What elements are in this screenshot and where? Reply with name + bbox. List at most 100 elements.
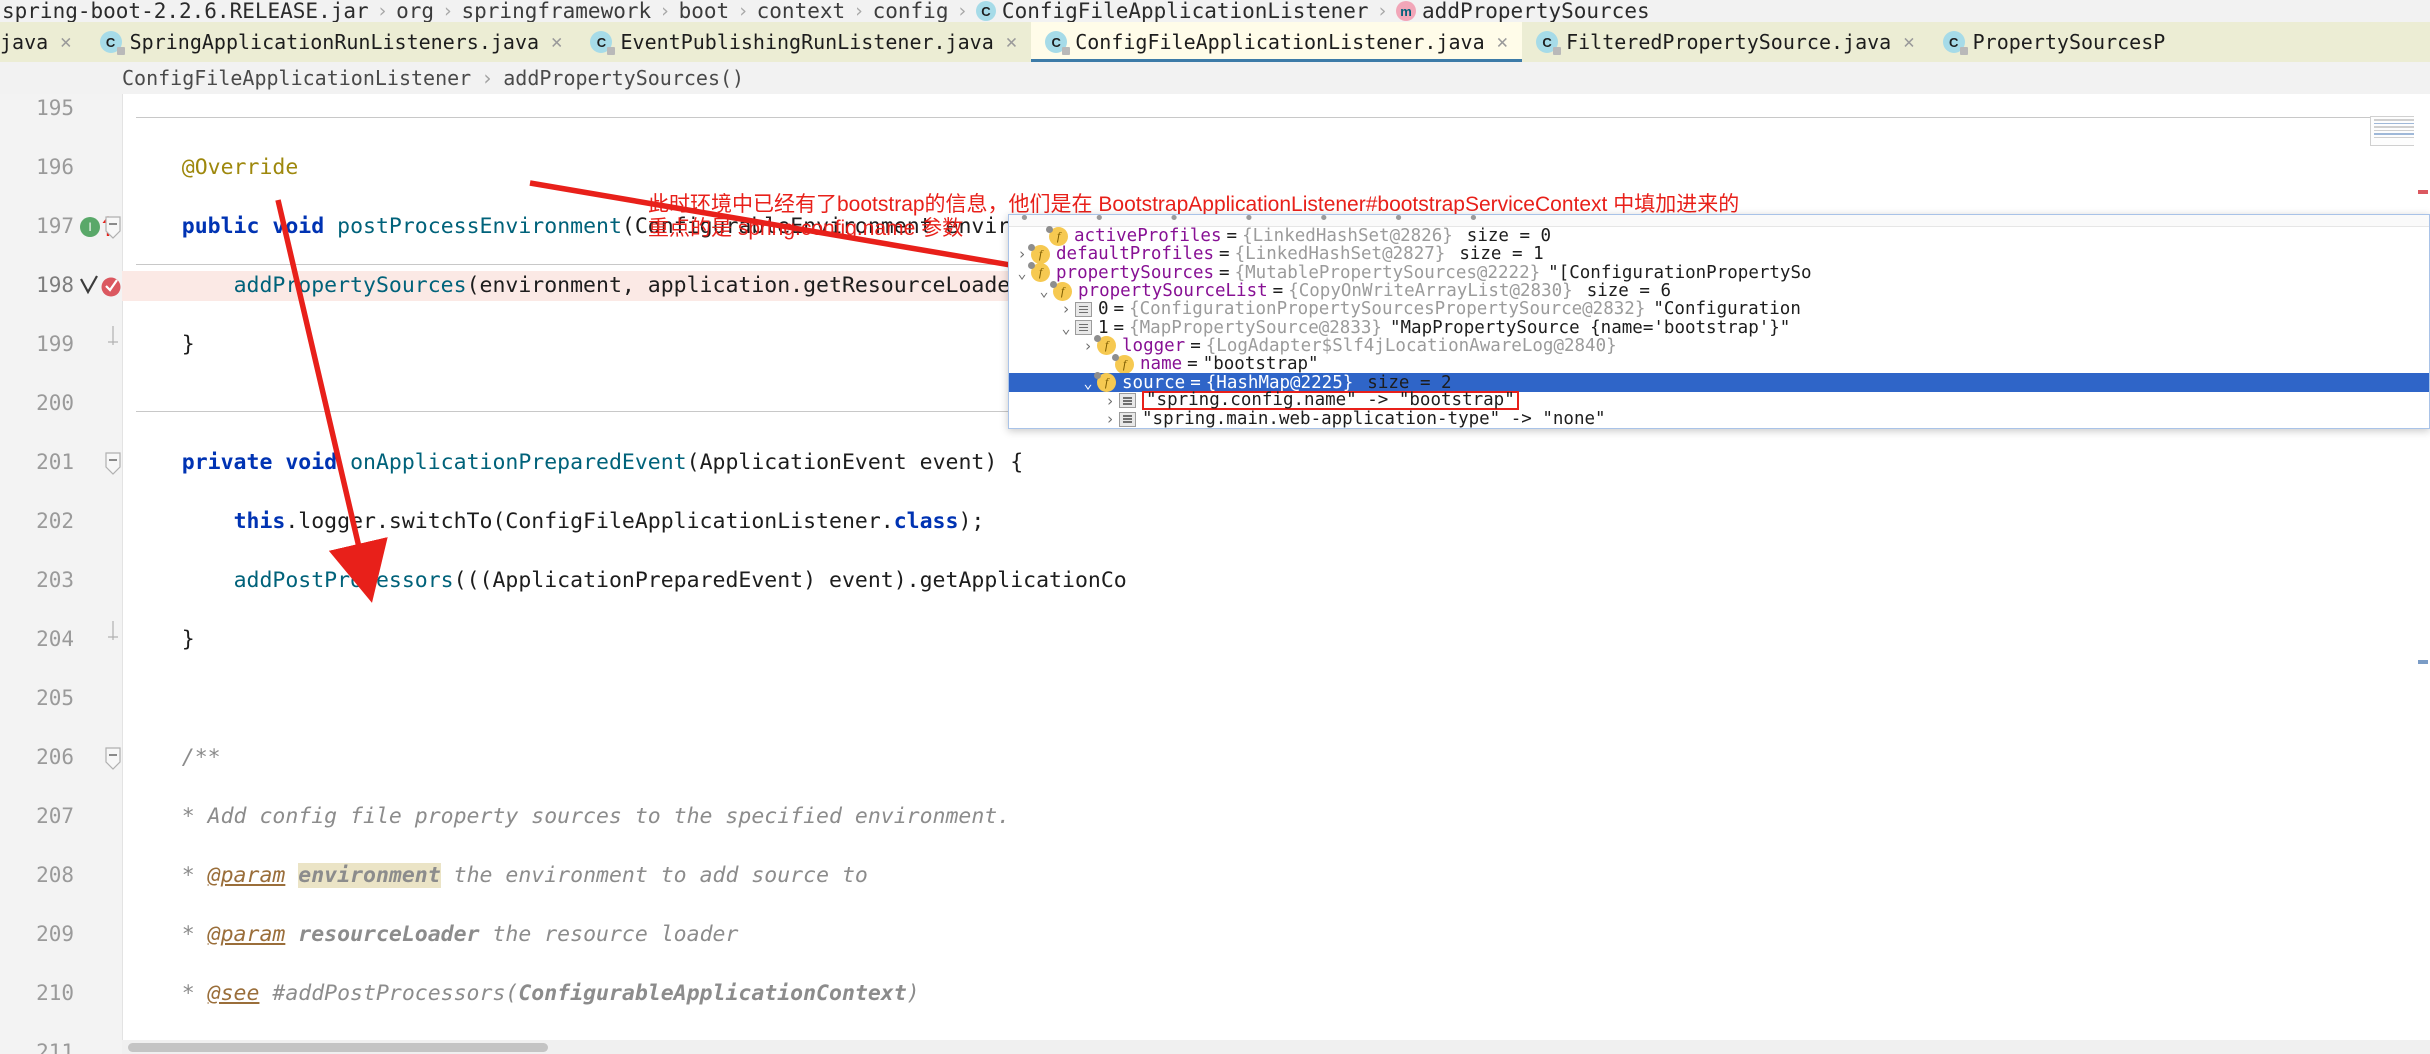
tab-FilteredPropertySource[interactable]: C FilteredPropertySource.java ✕ <box>1522 22 1929 62</box>
close-icon[interactable]: ✕ <box>1497 31 1508 53</box>
code-text[interactable]: this.logger.switchTo(ConfigFileApplicati… <box>130 507 2430 537</box>
fold-marker-icon[interactable] <box>104 747 123 770</box>
line-number: 196 <box>36 155 74 179</box>
class-icon: C <box>590 31 616 55</box>
close-icon[interactable]: ✕ <box>60 31 71 53</box>
variables-tree[interactable]: f activeProfiles = {LinkedHashSet@2826} … <box>1009 225 2429 429</box>
checkmark-icon[interactable] <box>78 273 100 302</box>
class-icon: C <box>975 1 996 21</box>
code-text[interactable]: private void onApplicationPreparedEvent(… <box>130 448 2430 478</box>
line-number: 200 <box>36 391 74 415</box>
breakpoint-icon[interactable] <box>100 275 122 302</box>
code-line-208[interactable]: 208 * @param environment the environment… <box>0 861 2430 891</box>
line-number: 210 <box>36 981 74 1005</box>
tree-row-source-selected[interactable]: ⌄ f source = {HashMap@2225} size = 2 <box>1009 372 2429 393</box>
tree-row-activeProfiles[interactable]: f activeProfiles = {LinkedHashSet@2826} … <box>1009 225 2429 247</box>
equals-sign: = <box>1219 262 1230 283</box>
code-line-202[interactable]: 202 this.logger.switchTo(ConfigFileAppli… <box>0 507 2430 537</box>
fold-marker-end-icon[interactable] <box>104 324 123 347</box>
navigation-breadcrumb-bar[interactable]: spring-boot-2.2.6.RELEASE.jar › org › sp… <box>0 0 2430 22</box>
chevron-right-icon[interactable]: › <box>1101 392 1119 410</box>
close-icon[interactable]: ✕ <box>1903 31 1914 53</box>
line-number: 205 <box>36 686 74 710</box>
close-icon[interactable]: ✕ <box>1006 31 1017 53</box>
fold-marker-icon[interactable] <box>104 452 123 475</box>
tree-row-index-1[interactable]: ⌄ 1 = {MapPropertySource@2833} "MapPrope… <box>1009 317 2429 338</box>
line-number: 198 <box>36 273 74 297</box>
scrollbar-thumb[interactable] <box>128 1043 548 1052</box>
line-number: 203 <box>36 568 74 592</box>
breadcrumb-chevron-icon: › <box>853 0 865 22</box>
variable-size: size = 6 <box>1586 281 1671 302</box>
debugger-variables-popup[interactable]: ••••••• f activeProfiles = {LinkedHashSe… <box>1008 214 2430 429</box>
tree-row-name[interactable]: f name = "bootstrap" <box>1009 353 2429 374</box>
tree-row-propertySourceList[interactable]: ⌄ f propertySourceList = {CopyOnWriteArr… <box>1009 280 2429 302</box>
run-method-icon[interactable]: I <box>80 217 100 237</box>
variable-value: "Configuration <box>1653 299 1801 320</box>
list-item-icon <box>1075 320 1092 336</box>
chevron-right-icon[interactable]: › <box>1057 428 1075 429</box>
breadcrumb-context[interactable]: context <box>757 0 846 22</box>
variable-value: "PropertiesPropertySource {name= <box>1456 427 1801 428</box>
code-line-201[interactable]: 201 private void onApplicationPreparedEv… <box>0 448 2430 478</box>
tree-row-logger[interactable]: › f logger = {LogAdapter$Slf4jLocationAw… <box>1009 335 2429 356</box>
editor-breadcrumb[interactable]: ConfigFileApplicationListener › addPrope… <box>0 62 2430 94</box>
breadcrumb-chevron-icon: › <box>737 0 749 22</box>
breadcrumb-method[interactable]: m addPropertySources <box>1396 0 1650 22</box>
editor-breadcrumb-method[interactable]: addPropertySources() <box>503 66 744 90</box>
editor-breadcrumb-class[interactable]: ConfigFileApplicationListener <box>122 66 471 90</box>
code-text[interactable]: * Add config file property sources to th… <box>130 802 2430 832</box>
breadcrumb-jar[interactable]: spring-boot-2.2.6.RELEASE.jar <box>2 0 369 22</box>
fold-marker-end-icon[interactable] <box>104 619 123 642</box>
list-item-icon <box>1119 411 1136 427</box>
tab-java-truncated[interactable]: java ✕ <box>0 22 86 62</box>
chevron-down-icon[interactable]: ⌄ <box>1057 319 1075 337</box>
annotation-text-line2: 重点的是 spring.config.name 参数 <box>648 217 964 240</box>
breadcrumb-springframework[interactable]: springframework <box>462 0 652 22</box>
editor-tab-bar[interactable]: java ✕ C SpringApplicationRunListeners.j… <box>0 22 2430 62</box>
code-line-209[interactable]: 209 * @param resourceLoader the resource… <box>0 920 2430 950</box>
code-text[interactable]: @Override <box>130 153 2430 183</box>
chevron-right-icon[interactable]: › <box>1101 410 1119 428</box>
breadcrumb-boot[interactable]: boot <box>679 0 730 22</box>
tree-row-spring-config-name[interactable]: › "spring.config.name" -> "bootstrap" <box>1009 391 2429 411</box>
code-text[interactable]: * @see #addPostProcessors(ConfigurableAp… <box>130 979 2430 1009</box>
tree-row-spring-main-web-application-type[interactable]: › "spring.main.web-application-type" -> … <box>1009 409 2429 428</box>
code-line-205[interactable]: 205 <box>0 684 2430 714</box>
line-number: 202 <box>36 509 74 533</box>
code-line-195[interactable]: 195 <box>0 94 2430 124</box>
breadcrumb-config[interactable]: config <box>873 0 949 22</box>
code-text[interactable]: * @param environment the environment to … <box>130 861 2430 891</box>
horizontal-scrollbar[interactable] <box>122 1040 2430 1054</box>
code-text[interactable]: * @param resourceLoader the resource loa… <box>130 920 2430 950</box>
code-line-206[interactable]: 206 /** <box>0 743 2430 773</box>
equals-sign: = <box>1226 226 1238 247</box>
close-icon[interactable]: ✕ <box>551 31 562 53</box>
breadcrumb-chevron-icon: › <box>956 0 968 22</box>
tab-EventPublishingRunListener[interactable]: C EventPublishingRunListener.java ✕ <box>576 22 1031 62</box>
code-line-210[interactable]: 210 * @see #addPostProcessors(Configurab… <box>0 979 2430 1009</box>
code-line-196[interactable]: 196 @Override <box>0 153 2430 183</box>
code-line-204[interactable]: 204 } <box>0 621 2430 655</box>
breadcrumb-class[interactable]: C ConfigFileApplicationListener <box>975 0 1369 22</box>
field-icon: f <box>1112 353 1134 374</box>
fold-marker-icon[interactable] <box>104 216 123 239</box>
variable-size: size = 0 <box>1466 226 1552 247</box>
tab-PropertySourcesP[interactable]: C PropertySourcesP <box>1929 22 2180 62</box>
variable-value: "[ConfigurationPropertySo <box>1548 262 1812 283</box>
variable-index: 2 <box>1098 427 1109 428</box>
code-line-207[interactable]: 207 * Add config file property sources t… <box>0 802 2430 832</box>
code-text[interactable]: /** <box>130 743 2430 773</box>
code-text[interactable]: addPostProcessors(((ApplicationPreparedE… <box>130 566 2430 596</box>
tree-row-index-2[interactable]: › 2 = {PropertiesPropertySource@2834} "P… <box>1057 427 1801 429</box>
tab-SpringApplicationRunListeners[interactable]: C SpringApplicationRunListeners.java ✕ <box>86 22 577 62</box>
tree-row-defaultProfiles[interactable]: › f defaultProfiles = {LinkedHashSet@282… <box>1009 243 2429 264</box>
tree-row-index-0[interactable]: › 0 = {ConfigurationPropertySourcesPrope… <box>1009 299 2429 320</box>
chevron-right-icon[interactable]: › <box>1057 300 1075 318</box>
tree-row-propertySources[interactable]: ⌄ f propertySources = {MutablePropertySo… <box>1009 262 2429 283</box>
variable-index: 1 <box>1098 317 1109 338</box>
breadcrumb-org[interactable]: org <box>396 0 434 22</box>
code-text[interactable]: } <box>130 625 2430 655</box>
code-line-203[interactable]: 203 addPostProcessors(((ApplicationPrepa… <box>0 566 2430 596</box>
tab-ConfigFileApplicationListener[interactable]: C ConfigFileApplicationListener.java ✕ <box>1031 22 1523 62</box>
